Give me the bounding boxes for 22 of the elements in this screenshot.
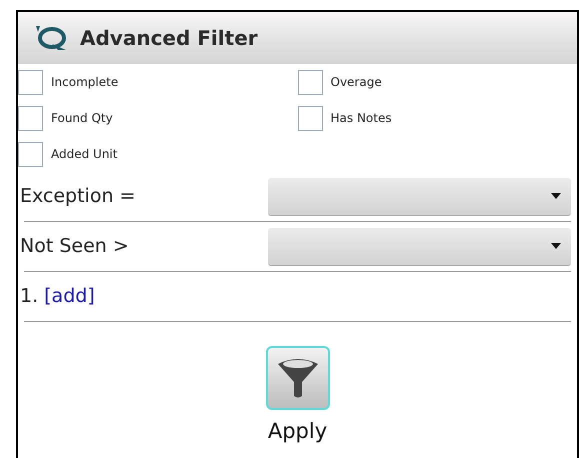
dropdown[interactable] [268, 228, 571, 266]
dropdown-caret-icon [551, 243, 561, 249]
funnel-icon [266, 346, 330, 410]
checkbox[interactable] [298, 106, 322, 130]
checkbox-label: Found Qty [51, 110, 113, 127]
checkbox[interactable] [298, 70, 322, 94]
dropdown[interactable] [268, 178, 571, 216]
apply-button[interactable]: Apply [266, 346, 330, 448]
window-title: Advanced Filter [80, 25, 258, 52]
condition-label: Exception = [20, 184, 136, 210]
checkbox-label: Incomplete [51, 74, 118, 91]
checkbox[interactable] [18, 70, 43, 94]
q-logo-icon [34, 24, 68, 52]
checkbox-label: Added Unit [51, 146, 118, 163]
checkbox-label: Overage [330, 74, 382, 91]
checkbox[interactable] [18, 106, 43, 130]
dropdown-caret-icon [551, 193, 561, 199]
checkbox-label: Has Notes [330, 110, 392, 127]
add-link[interactable]: [add] [44, 282, 95, 311]
rule-number: 1. [20, 284, 38, 310]
condition-label: Not Seen > [20, 234, 130, 260]
checkbox[interactable] [18, 142, 43, 166]
